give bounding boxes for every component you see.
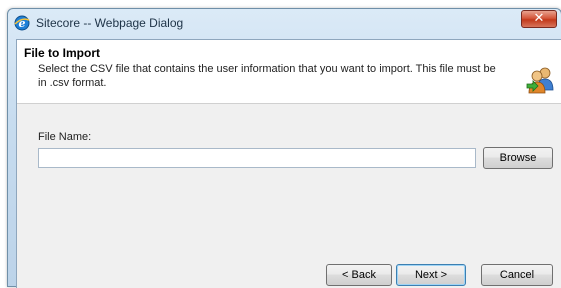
page-description: Select the CSV file that contains the us…: [38, 63, 496, 89]
users-icon: [526, 67, 554, 94]
internet-explorer-icon: e: [14, 15, 30, 31]
dialog-window: e Sitecore -- Webpage Dialog ✕ File to I…: [7, 8, 561, 288]
back-button[interactable]: < Back: [326, 264, 392, 286]
title-bar[interactable]: e Sitecore -- Webpage Dialog ✕: [8, 9, 561, 37]
wizard-header: File to Import Select the CSV file that …: [17, 40, 561, 104]
page-title: File to Import: [24, 46, 100, 60]
dialog-client: File to Import Select the CSV file that …: [16, 39, 561, 288]
cancel-button[interactable]: Cancel: [481, 264, 553, 286]
file-name-label: File Name:: [38, 131, 92, 143]
close-icon: ✕: [533, 11, 545, 26]
browse-button[interactable]: Browse: [483, 147, 553, 169]
file-name-input[interactable]: [38, 148, 476, 168]
next-button[interactable]: Next >: [396, 264, 466, 286]
close-button[interactable]: ✕: [521, 10, 557, 28]
window-title: Sitecore -- Webpage Dialog: [36, 16, 184, 30]
